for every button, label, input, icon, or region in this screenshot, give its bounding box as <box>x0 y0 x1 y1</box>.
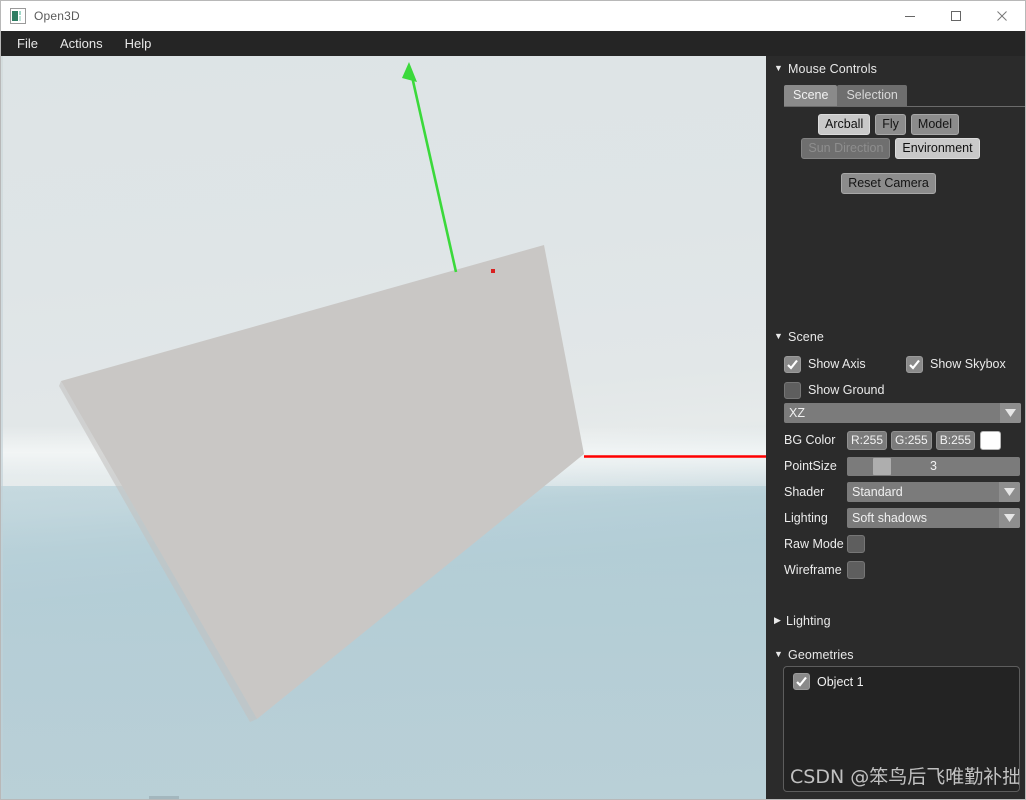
tab-selection[interactable]: Selection <box>837 85 907 106</box>
show-ground-row[interactable]: Show Ground <box>784 379 884 401</box>
ground-plane-dropdown[interactable]: XZ <box>784 403 1021 423</box>
section-title-mouse-controls: Mouse Controls <box>788 62 877 76</box>
close-button[interactable] <box>979 1 1025 31</box>
open3d-logo-icon <box>10 8 26 24</box>
chevron-down-icon-geometries: ▼ <box>774 648 784 659</box>
camera-mode-button-group: Arcball Fly Model <box>766 114 1025 135</box>
light-mode-environment-button[interactable]: Environment <box>895 138 980 159</box>
light-mode-sun-direction-button[interactable]: Sun Direction <box>801 138 891 159</box>
menu-item-actions[interactable]: Actions <box>49 31 114 56</box>
shader-label: Shader <box>784 485 825 499</box>
show-ground-label: Show Ground <box>808 383 885 397</box>
point-size-label: PointSize <box>784 459 837 473</box>
camera-mode-fly-button[interactable]: Fly <box>875 114 906 135</box>
section-header-mouse-controls[interactable]: ▼ Mouse Controls <box>766 59 877 79</box>
object-1-checkbox[interactable] <box>793 673 810 690</box>
menu-bar: File Actions Help <box>1 31 1025 56</box>
light-mode-button-group: Sun Direction Environment <box>766 138 1025 159</box>
camera-mode-model-button[interactable]: Model <box>910 114 959 135</box>
bg-color-row: BG Color R:255 G:255 B:255 <box>784 428 1021 452</box>
wireframe-checkbox[interactable] <box>847 561 865 579</box>
bg-color-g-field[interactable]: G:255 <box>891 430 932 450</box>
section-title-geometries: Geometries <box>788 648 854 662</box>
menu-item-file[interactable]: File <box>6 31 49 56</box>
title-bar: Open3D <box>1 1 1025 31</box>
origin-point-marker <box>491 269 495 273</box>
geometries-list[interactable]: Object 1 CSDN @笨鸟后飞唯勤补拙 <box>783 666 1020 792</box>
open3d-app-window: Open3D File Actions Help ▼ Mouse Control… <box>0 0 1026 800</box>
mesh-geometry-object-1[interactable] <box>1 56 766 799</box>
point-size-slider[interactable]: 3 <box>847 456 1020 476</box>
settings-panel: ▼ Mouse Controls Scene Selection Arcball… <box>766 56 1025 799</box>
bg-color-r-field[interactable]: R:255 <box>847 430 888 450</box>
ground-plane-value: XZ <box>789 406 805 420</box>
raw-mode-label: Raw Mode <box>784 537 844 551</box>
show-ground-checkbox[interactable] <box>784 381 801 399</box>
reset-camera-button[interactable]: Reset Camera <box>841 173 936 194</box>
point-size-slider-thumb[interactable] <box>873 457 891 475</box>
reset-camera-row: Reset Camera <box>766 173 1025 194</box>
shader-dropdown[interactable]: Standard <box>847 482 1020 502</box>
raw-mode-row: Raw Mode <box>784 532 1021 556</box>
list-item[interactable]: Object 1 <box>793 673 1019 690</box>
chevron-down-icon-mouse-controls: ▼ <box>774 62 784 73</box>
show-axis-row[interactable]: Show Axis <box>784 353 866 375</box>
point-size-value: 3 <box>930 459 937 473</box>
raw-mode-checkbox[interactable] <box>847 535 865 553</box>
section-title-lighting: Lighting <box>786 614 831 628</box>
wireframe-row: Wireframe <box>784 558 1021 582</box>
csdn-watermark: CSDN @笨鸟后飞唯勤补拙 <box>790 766 1020 788</box>
camera-mode-arcball-button[interactable]: Arcball <box>818 114 871 135</box>
show-axis-checkbox[interactable] <box>784 355 801 373</box>
bg-color-b-field[interactable]: B:255 <box>935 430 976 450</box>
menu-item-help[interactable]: Help <box>114 31 163 56</box>
tabs-underline <box>784 106 1025 107</box>
viewport-bottom-marker <box>149 796 179 799</box>
axis-y-green <box>402 62 458 273</box>
bg-color-swatch[interactable] <box>980 430 1002 450</box>
maximize-button[interactable] <box>933 1 979 31</box>
tab-scene[interactable]: Scene <box>784 85 838 106</box>
show-skybox-checkbox[interactable] <box>906 355 923 373</box>
section-header-geometries[interactable]: ▼ Geometries <box>766 645 854 665</box>
viewport-left-edge <box>1 56 3 799</box>
wireframe-label: Wireframe <box>784 563 842 577</box>
chevron-down-icon-ground-plane[interactable] <box>1000 403 1021 423</box>
3d-scene-viewport[interactable] <box>1 56 766 799</box>
lighting-profile-dropdown[interactable]: Soft shadows <box>847 508 1020 528</box>
show-skybox-row[interactable]: Show Skybox <box>906 353 1006 375</box>
section-header-scene[interactable]: ▼ Scene <box>766 327 824 347</box>
point-size-row: PointSize 3 <box>784 454 1021 478</box>
section-header-lighting[interactable]: ▶ Lighting <box>766 611 831 631</box>
minimize-button[interactable] <box>887 1 933 31</box>
section-title-scene: Scene <box>788 330 824 344</box>
chevron-right-icon-lighting: ▶ <box>774 614 782 625</box>
lighting-profile-row: Lighting Soft shadows <box>784 506 1021 530</box>
chevron-down-icon-lighting-profile[interactable] <box>999 508 1020 528</box>
bg-color-label: BG Color <box>784 433 836 447</box>
show-skybox-label: Show Skybox <box>930 357 1006 371</box>
lighting-profile-value: Soft shadows <box>852 511 928 525</box>
mesh-face-front <box>61 245 584 719</box>
shader-value: Standard <box>852 485 903 499</box>
shader-row: Shader Standard <box>784 480 1021 504</box>
object-1-label: Object 1 <box>817 674 864 689</box>
chevron-down-icon-shader[interactable] <box>999 482 1020 502</box>
lighting-profile-label: Lighting <box>784 511 828 525</box>
chevron-down-icon-scene: ▼ <box>774 330 784 341</box>
show-axis-label: Show Axis <box>808 357 866 371</box>
mouse-controls-tabs: Scene Selection <box>784 85 907 106</box>
window-title: Open3D <box>34 9 80 23</box>
